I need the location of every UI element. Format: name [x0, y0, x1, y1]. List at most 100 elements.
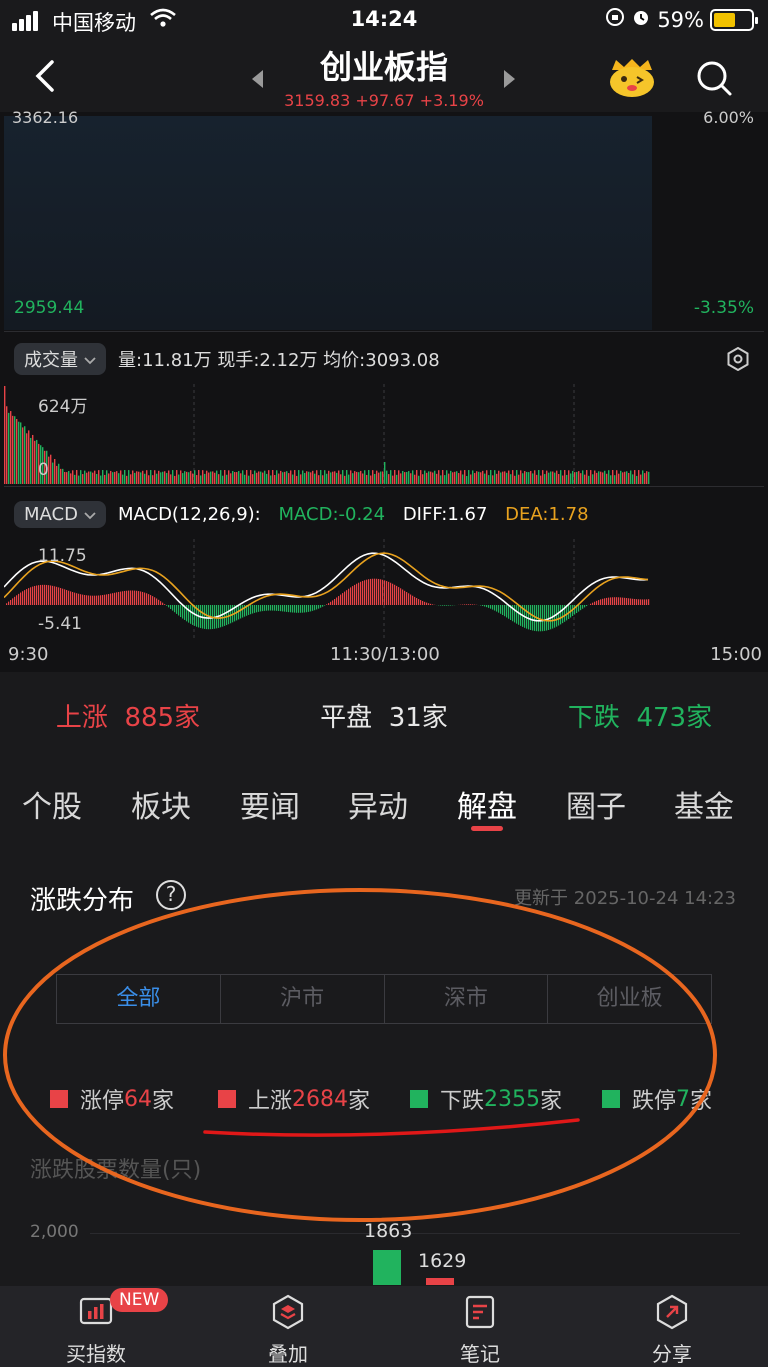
volume-bar: [362, 473, 364, 484]
volume-bar: [348, 474, 350, 484]
volume-bar: [512, 470, 514, 484]
mascot-icon[interactable]: [606, 58, 658, 100]
volume-bar: [340, 474, 342, 484]
volume-bar: [182, 473, 184, 484]
macd-bar: [494, 605, 496, 611]
macd-bar: [48, 585, 50, 605]
volume-bar: [552, 471, 554, 484]
volume-bar: [212, 471, 214, 484]
nav-label: 分享: [652, 1342, 692, 1366]
macd-bar: [558, 605, 560, 626]
tab-news[interactable]: 要闻: [240, 782, 300, 826]
volume-bar: [570, 473, 572, 484]
segment-chinext[interactable]: 创业板: [548, 975, 711, 1023]
macd-bar: [296, 605, 298, 613]
next-index-icon[interactable]: [504, 70, 515, 88]
legend-swatch: [410, 1090, 428, 1108]
settings-icon[interactable]: [726, 346, 750, 372]
macd-bar: [144, 592, 146, 605]
volume-bar: [202, 470, 204, 484]
volume-bar: [28, 430, 30, 484]
volume-bar: [488, 475, 490, 484]
macd-low-label: -5.41: [38, 614, 82, 634]
price-panel: [4, 116, 652, 330]
macd-bar: [266, 605, 268, 611]
volume-bar: [132, 470, 134, 484]
tab-sectors[interactable]: 板块: [131, 782, 191, 826]
volume-bar: [232, 471, 234, 484]
volume-bar: [284, 471, 286, 484]
macd-bar: [70, 591, 72, 605]
volume-bar: [16, 419, 18, 484]
nav-label: 叠加: [268, 1342, 308, 1366]
volume-bar: [178, 474, 180, 484]
segment-shenzhen[interactable]: 深市: [385, 975, 549, 1023]
macd-bar: [120, 591, 122, 605]
macd-bar: [350, 587, 352, 605]
tab-funds[interactable]: 基金: [674, 782, 734, 826]
macd-bar: [114, 592, 116, 605]
volume-bar: [428, 471, 430, 484]
volume-bar: [482, 470, 484, 484]
segment-shanghai[interactable]: 沪市: [221, 975, 385, 1023]
volume-bar: [502, 471, 504, 484]
volume-bar: [620, 470, 622, 484]
volume-bar: [376, 470, 378, 484]
tab-analysis[interactable]: 解盘: [457, 782, 517, 826]
macd-bar: [486, 605, 488, 608]
nav-share[interactable]: 分享: [576, 1286, 768, 1367]
tab-stocks[interactable]: 个股: [22, 782, 82, 826]
macd-bar: [516, 605, 518, 624]
volume-bar: [358, 472, 360, 484]
update-time: 更新于 2025-10-24 14:23: [514, 888, 736, 909]
macd-bar: [574, 605, 576, 615]
segment-all[interactable]: 全部: [57, 975, 221, 1023]
macd-bar: [274, 605, 276, 611]
volume-selector[interactable]: 成交量: [14, 343, 106, 375]
macd-selector[interactable]: MACD: [14, 500, 106, 528]
macd-bar: [320, 605, 322, 608]
macd-bar: [484, 605, 486, 607]
volume-bar: [528, 472, 530, 484]
volume-bar: [70, 473, 72, 484]
macd-bar: [226, 605, 228, 626]
macd-bar: [634, 598, 636, 605]
macd-bar: [32, 586, 34, 605]
intraday-chart[interactable]: 3362.16 6.00% 2959.44 -3.35% 成交量 量:11.81…: [0, 108, 768, 672]
macd-bar: [326, 604, 328, 605]
volume-bar: [506, 472, 508, 484]
volume-bar: [124, 470, 126, 484]
tab-community[interactable]: 圈子: [566, 782, 626, 826]
macd-bar: [168, 605, 170, 608]
macd-bar: [252, 605, 254, 614]
volume-bar: [22, 427, 24, 484]
volume-bar: [144, 473, 146, 484]
volume-bar: [608, 470, 610, 484]
nav-overlay[interactable]: 叠加: [192, 1286, 384, 1367]
help-icon[interactable]: ?: [156, 880, 186, 910]
volume-bar: [360, 470, 362, 484]
macd-bar: [102, 595, 104, 605]
macd-bar: [288, 605, 290, 613]
volume-bar: [324, 470, 326, 484]
volume-bar: [426, 472, 428, 484]
macd-bar: [136, 590, 138, 605]
volume-bar: [558, 474, 560, 484]
macd-bar: [110, 593, 112, 605]
macd-bar: [142, 591, 144, 605]
macd-bar: [606, 597, 608, 605]
macd-bar: [302, 605, 304, 613]
tab-movers[interactable]: 异动: [348, 782, 408, 826]
volume-bar: [294, 470, 296, 484]
volume-bar: [158, 470, 160, 484]
price-high-label: 3362.16: [12, 108, 79, 127]
macd-bar: [54, 586, 56, 605]
macd-bar: [324, 605, 326, 606]
nav-buy-index[interactable]: NEW 买指数: [0, 1286, 192, 1367]
volume-bar: [112, 472, 114, 484]
macd-bar: [44, 584, 46, 605]
search-icon[interactable]: [694, 58, 734, 98]
macd-bar: [488, 605, 490, 608]
volume-bar: [278, 473, 280, 484]
nav-notes[interactable]: 笔记: [384, 1286, 576, 1367]
